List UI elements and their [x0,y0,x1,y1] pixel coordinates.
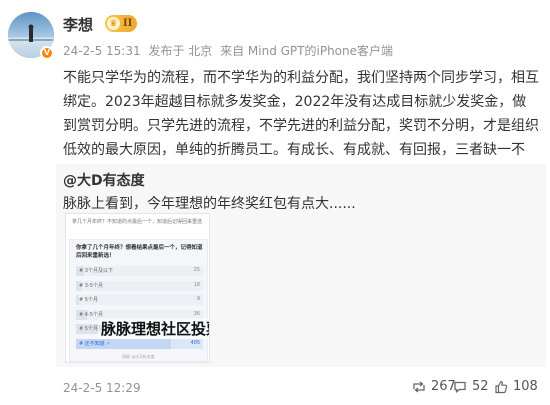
comment-icon [454,381,466,393]
like-button[interactable]: 108 [494,379,538,394]
vote-option[interactable]: # 3个月及以下 25 [76,266,203,276]
vote-option-label: # 5个月 [79,297,98,303]
vote-option[interactable]: # 3-5个月 18 [76,280,203,291]
post-source: 来自 Mind GPT的iPhone客户端 [220,44,394,58]
repost-image[interactable]: 拿几个月年终？不知道的点最后一个，知道后记得回来重选 你拿了几个月年终？想看结果… [65,213,210,363]
post-location: 发布于 北京 [148,44,213,58]
post-date[interactable]: 24-2-5 15:31 [63,44,141,58]
vote-question-outer: 拿几个月年终？不知道的点最后一个，知道后记得回来重选 [72,219,203,225]
user-name[interactable]: 李想 [63,14,93,35]
image-footer: 脉脉 @大D有态度 [122,354,155,359]
like-count: 108 [513,379,538,394]
vote-option-count: 18 [193,281,200,288]
rank-badge-label: II [123,18,133,29]
vote-option-count: 25 [193,267,200,273]
vote-option-label: # 3个月及以下 [79,268,113,274]
vote-option-count: 405 [190,339,200,346]
post-meta: 24-2-5 15:31 发布于 北京 来自 Mind GPT的iPhone客户… [63,42,397,59]
repost-button[interactable]: 267 [412,379,456,394]
comment-count: 52 [472,379,489,394]
crown-icon: ♛ [107,17,120,30]
repost-card[interactable]: @大D有态度 脉脉上看到，今年理想的年终奖红包有点大...... 拿几个月年终？… [56,164,546,367]
thumbs-up-icon [495,380,508,393]
vote-option-label: # 3-5个月 [79,282,103,289]
share-icon [413,380,425,393]
vote-panel: 你拿了几个月年终？想看结果点最后一个，记得知道后回来重新选！ # 3个月及以下 2… [69,239,209,362]
repost-content: @大D有态度 脉脉上看到，今年理想的年终奖红包有点大...... [63,170,533,216]
vote-option[interactable]: # 5个月 9 [76,295,203,305]
vote-option[interactable]: # 还不知道 ✓ 405 [76,338,203,349]
repost-time[interactable]: 24-2-5 12:29 [63,381,141,395]
vote-option-count: 9 [196,296,200,302]
user-rank-badge[interactable]: ♛ II [105,15,138,32]
vote-question-inner: 你拿了几个月年终？想看结果点最后一个，记得知道后回来重新选！ [76,245,203,259]
vote-option-label: # 还不知道 ✓ [79,340,111,347]
verified-badge-icon: V [40,46,54,60]
repost-author-link[interactable]: @大D有态度 [63,170,533,193]
image-watermark: 脉脉理想社区投票 [98,318,209,339]
vote-option-label: # 4-5个月 [79,311,103,318]
comment-button[interactable]: 52 [453,379,489,394]
vote-option-count: 36 [193,310,200,317]
